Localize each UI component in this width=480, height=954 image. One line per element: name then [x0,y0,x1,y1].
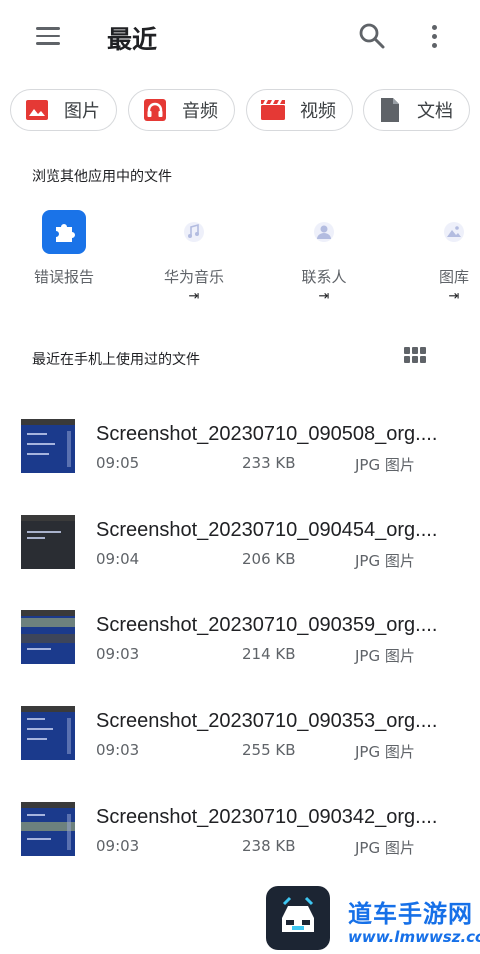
watermark-url: www.lmwwsz.com [348,928,480,946]
file-size: 233 KB [242,454,296,472]
other-apps-list: 错误报告 华为音乐 ⇥ 联系人 ⇥ 图库 ⇥ [0,210,480,320]
headphones-icon [142,97,168,123]
document-icon [377,97,403,123]
file-time: 09:03 [96,645,140,663]
category-chips: 图片 音频 视频 文档 [10,89,480,131]
more-vert-icon[interactable] [420,20,448,52]
chip-label: 图片 [64,101,100,122]
top-app-bar: 最近 [0,0,480,72]
chip-documents[interactable]: 文档 [363,89,470,131]
menu-icon[interactable] [30,20,66,52]
music-app-icon [172,210,216,254]
open-external-icon: ⇥ [188,289,200,304]
list-item[interactable]: Screenshot_20230710_090353_org.... 09:03… [0,704,480,761]
file-thumbnail [21,515,75,569]
file-type: JPG 图片 [355,552,415,570]
file-time: 09:03 [96,837,140,855]
open-external-icon: ⇥ [318,289,330,304]
file-size: 214 KB [242,645,296,663]
file-thumbnail [21,802,75,856]
file-thumbnail [21,419,75,473]
contacts-app-icon [302,210,346,254]
file-thumbnail [21,610,75,664]
app-label: 华为音乐 [163,268,224,286]
movie-icon [260,97,286,123]
app-label: 错误报告 [33,268,94,286]
file-name: Screenshot_20230710_090508_org.... [96,423,438,445]
chip-images[interactable]: 图片 [10,89,117,131]
puzzle-icon [42,210,86,254]
list-item[interactable]: Screenshot_20230710_090359_org.... 09:03… [0,608,480,665]
file-name: Screenshot_20230710_090359_org.... [96,614,438,636]
other-apps-heading: 浏览其他应用中的文件 [32,169,172,185]
watermark-title: 道车手游网 [348,900,473,928]
open-external-icon: ⇥ [448,289,460,304]
app-gallery[interactable]: 图库 ⇥ [399,210,480,304]
page-title: 最近 [107,25,158,54]
recent-files-heading: 最近在手机上使用过的文件 [32,352,200,368]
file-type: JPG 图片 [355,839,415,857]
file-name: Screenshot_20230710_090353_org.... [96,710,438,732]
app-bug-report[interactable]: 错误报告 [9,210,119,287]
chip-label: 文档 [417,101,453,122]
file-thumbnail [21,706,75,760]
app-label: 联系人 [301,268,347,286]
app-label: 图库 [438,268,469,286]
gallery-app-icon [432,210,476,254]
file-name: Screenshot_20230710_090342_org.... [96,806,438,828]
file-type: JPG 图片 [355,456,415,474]
file-size: 206 KB [242,550,296,568]
chip-audio[interactable]: 音频 [128,89,235,131]
watermark-logo-icon [266,886,330,950]
watermark: 道车手游网 www.lmwwsz.com [266,886,480,952]
app-huawei-music[interactable]: 华为音乐 ⇥ [139,210,249,304]
file-time: 09:03 [96,741,140,759]
file-size: 255 KB [242,741,296,759]
chip-label: 视频 [300,101,336,122]
list-item[interactable]: Screenshot_20230710_090342_org.... 09:03… [0,800,480,857]
list-item[interactable]: Screenshot_20230710_090508_org.... 09:05… [0,417,480,474]
list-item[interactable]: Screenshot_20230710_090454_org.... 09:04… [0,513,480,570]
file-time: 09:04 [96,550,140,568]
file-type: JPG 图片 [355,743,415,761]
file-size: 238 KB [242,837,296,855]
file-name: Screenshot_20230710_090454_org.... [96,519,438,541]
file-time: 09:05 [96,454,140,472]
chip-label: 音频 [182,101,218,122]
image-icon [24,97,50,123]
search-icon[interactable] [356,20,388,52]
chip-video[interactable]: 视频 [246,89,353,131]
file-type: JPG 图片 [355,647,415,665]
grid-view-icon[interactable] [404,347,428,367]
app-contacts[interactable]: 联系人 ⇥ [269,210,379,304]
